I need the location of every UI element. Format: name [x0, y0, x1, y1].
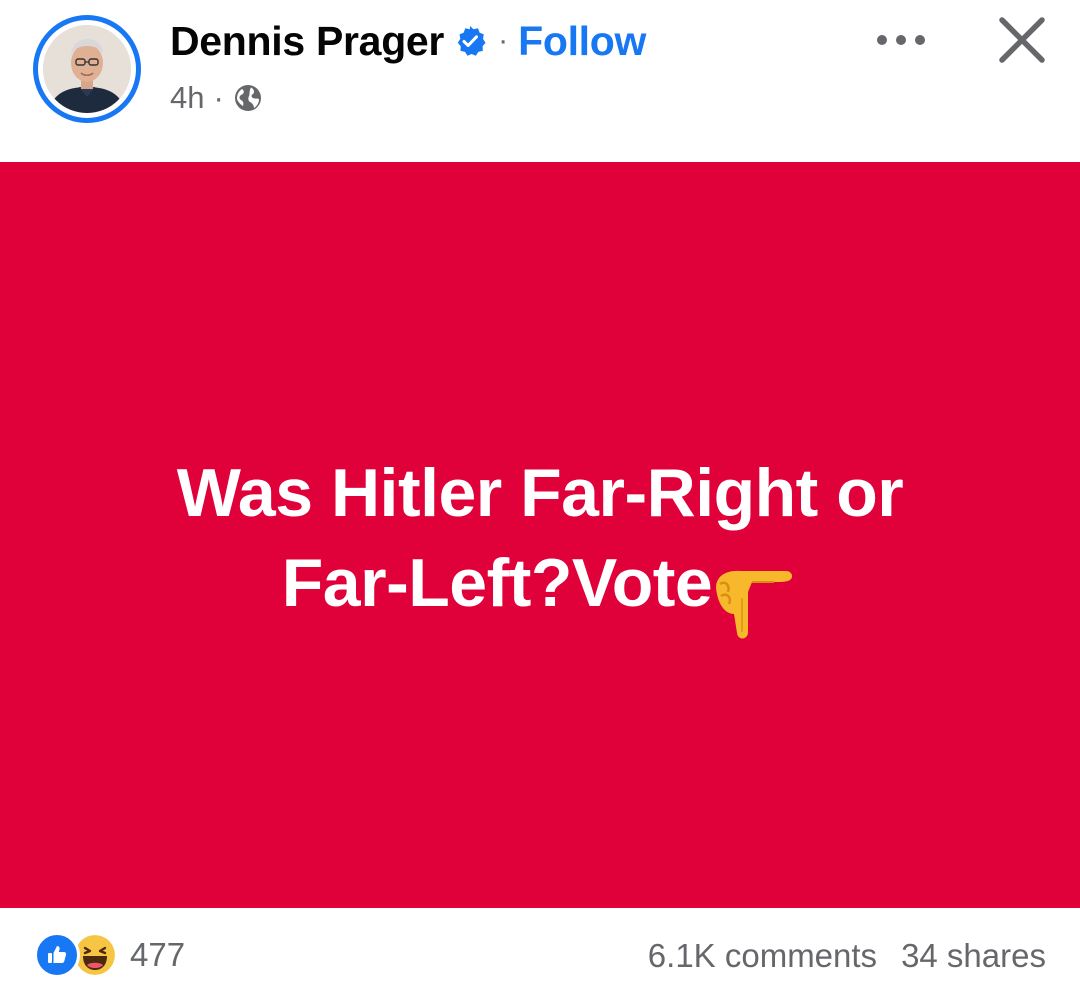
more-options-button[interactable]: [866, 20, 936, 60]
post-image-text: Was Hitler Far-Right or Far-Left?Vote: [176, 448, 904, 648]
pointing-down-hand-icon: [712, 558, 798, 648]
like-reaction-icon: [34, 932, 80, 978]
separator-dot: ·: [498, 24, 509, 57]
post-text-line-2-text: Far-Left?Vote: [281, 545, 713, 621]
verified-badge-icon: [454, 25, 486, 57]
engagement-stats: 6.1K comments 34 shares: [648, 936, 1046, 976]
meta-separator: ·: [213, 80, 224, 115]
follow-button[interactable]: Follow: [518, 18, 646, 65]
post-footer: 477 6.1K comments 34 shares: [0, 908, 1080, 998]
post-timestamp[interactable]: 4h: [170, 80, 204, 116]
post-text-line-2: Far-Left?Vote: [177, 538, 903, 648]
reactions-summary[interactable]: 477: [34, 931, 185, 979]
avatar-photo: [43, 25, 131, 113]
comments-count-link[interactable]: 6.1K comments: [648, 937, 877, 975]
author-avatar[interactable]: [33, 15, 141, 123]
more-options-icon: [877, 35, 925, 45]
shares-count-link[interactable]: 34 shares: [901, 937, 1046, 975]
close-button[interactable]: [990, 8, 1054, 72]
post-header: Dennis Prager · Follow 4h ·: [0, 0, 1080, 162]
globe-icon: [233, 83, 263, 113]
close-icon: [999, 17, 1045, 63]
reaction-count: 477: [130, 936, 186, 973]
author-name[interactable]: Dennis Prager: [170, 18, 444, 65]
post-image[interactable]: Was Hitler Far-Right or Far-Left?Vote: [0, 162, 1080, 908]
post-meta: 4h ·: [170, 80, 263, 116]
post-text-line-1: Was Hitler Far-Right or: [176, 455, 904, 531]
author-row: Dennis Prager · Follow: [170, 14, 646, 68]
